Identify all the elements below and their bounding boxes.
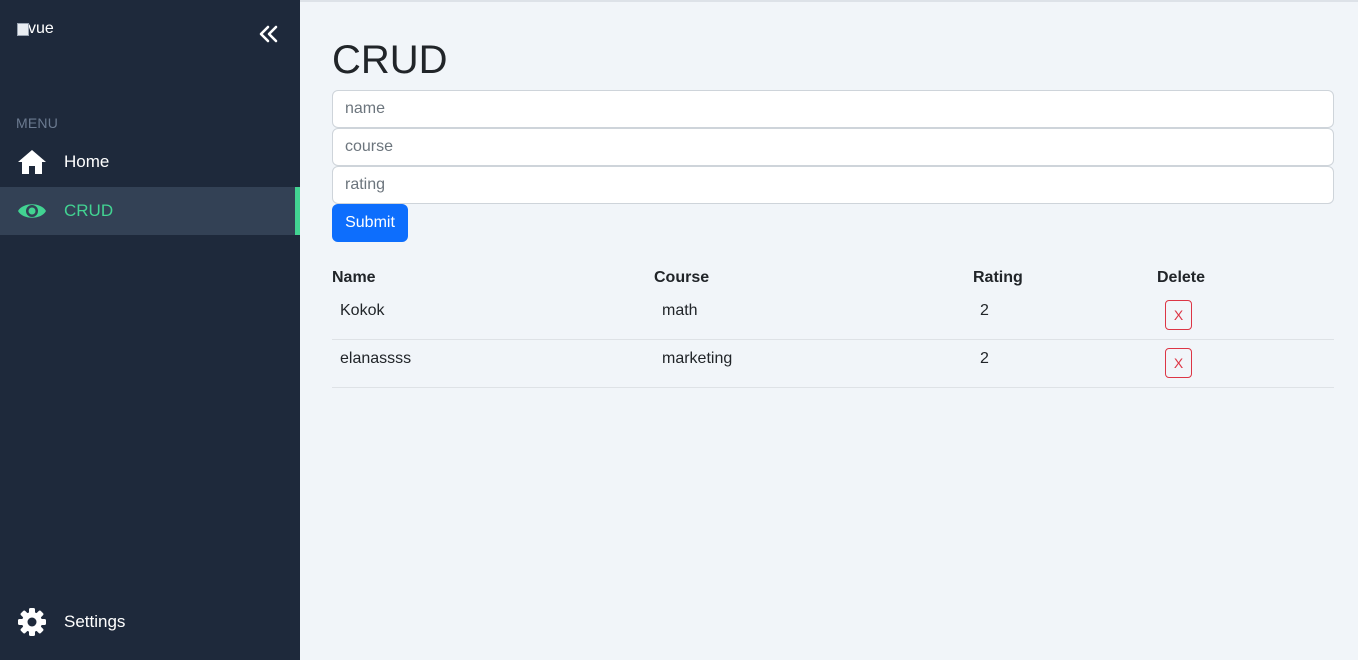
table-row: elanassss marketing 2 X [332, 340, 1334, 388]
sidebar-item-settings[interactable]: Settings [0, 598, 300, 646]
logo: vue [16, 20, 54, 38]
sidebar-item-label: Home [64, 152, 110, 171]
app: vue MENU Home CRUD Settings CRUD name co… [0, 0, 1358, 660]
main-content: CRUD Submit Name Course Rating Delete Ko… [300, 0, 1358, 660]
course-input[interactable] [332, 128, 1334, 166]
sidebar: vue MENU Home CRUD Settings [0, 0, 300, 660]
column-header-delete: Delete [1157, 269, 1206, 286]
sidebar-item-label: Settings [64, 612, 126, 631]
cell-rating: 2 [980, 302, 989, 319]
name-input[interactable] [332, 90, 1334, 128]
cell-course: marketing [662, 350, 733, 367]
cell-course: math [662, 302, 698, 319]
sidebar-item-label: CRUD [64, 201, 114, 220]
home-icon [16, 148, 48, 176]
column-header-name: Name [332, 269, 376, 286]
delete-button[interactable]: X [1165, 300, 1192, 330]
gear-icon [16, 608, 48, 636]
delete-button[interactable]: X [1165, 348, 1192, 378]
collapse-sidebar-button[interactable] [256, 22, 280, 46]
cell-name: elanassss [340, 350, 412, 367]
logo-alt-text: vue [28, 20, 54, 37]
page-title: CRUD [332, 38, 448, 82]
sidebar-item-home[interactable]: Home [0, 138, 300, 186]
broken-image-icon [16, 22, 29, 36]
double-chevron-left-icon [259, 25, 278, 43]
submit-button[interactable]: Submit [332, 204, 408, 242]
eye-icon [16, 197, 48, 225]
sidebar-item-crud[interactable]: CRUD [0, 187, 300, 235]
column-header-rating: Rating [973, 269, 1023, 286]
column-header-course: Course [654, 269, 710, 286]
cell-name: Kokok [340, 302, 385, 319]
menu-heading: MENU [16, 115, 59, 131]
cell-rating: 2 [980, 350, 989, 367]
table-row: Kokok math 2 X [332, 292, 1334, 340]
rating-input[interactable] [332, 166, 1334, 204]
